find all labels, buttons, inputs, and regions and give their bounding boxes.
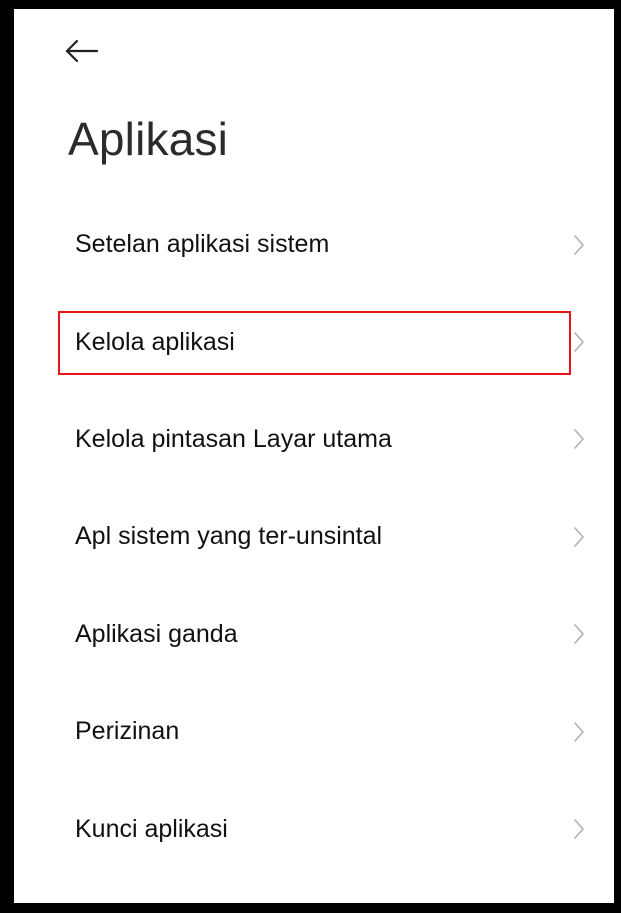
chevron-right-icon — [572, 331, 586, 353]
menu-item-label: Setelan aplikasi sistem — [75, 230, 330, 259]
menu-item-label: Kelola pintasan Layar utama — [75, 424, 392, 453]
back-button[interactable] — [64, 31, 112, 71]
menu-item-kunci-aplikasi[interactable]: Kunci aplikasi — [14, 780, 614, 877]
menu-item-kelola-pintasan-layar-utama[interactable]: Kelola pintasan Layar utama — [14, 391, 614, 488]
menu-item-perizinan[interactable]: Perizinan — [14, 683, 614, 780]
menu-item-label: Kunci aplikasi — [75, 814, 228, 843]
chevron-right-icon — [572, 234, 586, 256]
back-arrow-icon — [65, 39, 99, 63]
chevron-right-icon — [572, 623, 586, 645]
chevron-right-icon — [572, 818, 586, 840]
page-title: Aplikasi — [68, 113, 229, 165]
chevron-right-icon — [572, 526, 586, 548]
menu-item-label: Apl sistem yang ter-unsintal — [75, 522, 383, 551]
menu-item-label: Kelola aplikasi — [75, 327, 235, 356]
settings-menu-list: Setelan aplikasi sistem Kelola aplikasi … — [14, 196, 614, 878]
menu-item-kelola-aplikasi[interactable]: Kelola aplikasi — [14, 293, 614, 390]
menu-item-apl-sistem-ter-unsintal[interactable]: Apl sistem yang ter-unsintal — [14, 488, 614, 585]
device-frame: Aplikasi Setelan aplikasi sistem Kelola … — [0, 0, 621, 913]
menu-item-setelan-aplikasi-sistem[interactable]: Setelan aplikasi sistem — [14, 196, 614, 293]
chevron-right-icon — [572, 428, 586, 450]
menu-item-aplikasi-ganda[interactable]: Aplikasi ganda — [14, 586, 614, 683]
menu-item-label: Perizinan — [75, 717, 180, 746]
menu-item-label: Aplikasi ganda — [75, 619, 238, 648]
chevron-right-icon — [572, 721, 586, 743]
settings-screen: Aplikasi Setelan aplikasi sistem Kelola … — [14, 9, 614, 903]
